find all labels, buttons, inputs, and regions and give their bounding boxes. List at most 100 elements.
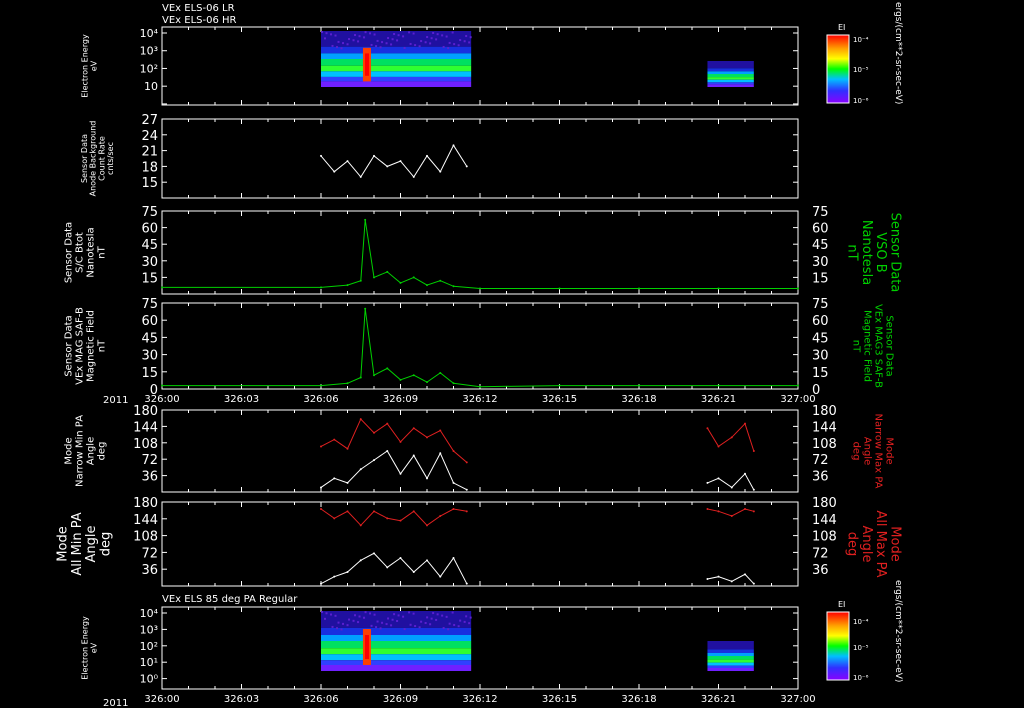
data-point-p4-0-0 [161, 384, 163, 387]
data-point-p2-0-6 [399, 160, 402, 163]
data-point-p4-0-4 [364, 307, 367, 310]
spectrogram-speckle-p1-49 [340, 47, 343, 50]
data-point-p2-0-7 [412, 175, 415, 178]
data-point-p5-0-3 [359, 418, 362, 421]
y-tick-label-p3-4: 75 [141, 205, 158, 220]
y-tick-label-right-p4-3: 45 [812, 331, 829, 346]
data-point-p5-0-11 [465, 461, 468, 464]
series-line-p6-1-0 [320, 552, 468, 585]
data-point-p3-0-14 [638, 287, 640, 290]
time-tick-label-bottom-6: 326:18 [621, 694, 656, 705]
data-point-p2-0-5 [386, 165, 389, 168]
ylabel-right-p6-3: deg [845, 532, 860, 557]
data-point-p5-1-4 [373, 459, 375, 462]
colorbar-top-units: ergs/(cm**2-sr-sec-eV) [893, 2, 903, 104]
spectrogram-band-p7-1-0 [707, 641, 754, 650]
data-point-p4-0-2 [346, 382, 349, 385]
spectrogram-speckle-p7-12 [387, 617, 390, 620]
data-point-p6-0-2 [346, 510, 349, 513]
data-point-p6-0-10 [452, 508, 455, 510]
colorbar-top: EI 10⁻⁴ 10⁻⁵ 10⁻⁶ ergs/(cm**2-sr-sec-eV) [826, 2, 903, 105]
y-tick-label-p4-3: 45 [141, 331, 158, 346]
spectrogram-speckle-p7-32 [447, 628, 450, 631]
data-point-p5-0-2 [346, 447, 349, 450]
spectrogram-speckle-p1-21 [436, 33, 439, 36]
ylabel-p2-3: cnts/sec [106, 142, 115, 175]
ylabel-right-p4-2: Magnetic Field [862, 310, 873, 382]
spectrogram-speckle-p7-1 [376, 620, 379, 623]
spectrogram-speckle-p7-6 [354, 614, 357, 617]
spectrogram-speckle-p7-14 [348, 618, 351, 621]
series-line-p5-1-1 [707, 472, 755, 490]
spectrogram-speckle-p1-9 [370, 43, 373, 46]
spectrogram-speckle-p7-44 [363, 616, 366, 619]
spectrogram-speckle-p1-56 [429, 42, 432, 45]
y-tick-label-p1-0: 10⁴ [140, 27, 159, 40]
spectrogram-speckle-p7-19 [325, 612, 328, 615]
series-line-p6-0-1 [707, 508, 754, 517]
spectrogram-speckle-p7-47 [379, 627, 382, 630]
ylabel-right-p5-2: Angle [862, 437, 873, 465]
series-line-p5-0-0 [320, 418, 468, 463]
spectrogram-speckle-p7-25 [358, 615, 361, 618]
spectrogram-speckle-p1-1 [376, 39, 379, 42]
spectrogram-band-p7-0-3 [321, 641, 472, 649]
time-tick-label-bottom-1: 326:03 [224, 694, 259, 705]
data-point-p6-0-4 [373, 510, 375, 513]
spectrogram-band-p1-1-7 [707, 84, 754, 87]
ylabel-left-p6-0: Mode [56, 526, 71, 561]
spectrogram-band-p7-0-5 [321, 654, 472, 661]
ylabel-right-p3-2: Nanotesla [859, 220, 874, 285]
data-point-p6-1-16 [752, 582, 755, 585]
spectrogram-speckle-p7-9 [370, 624, 373, 627]
data-point-p3-0-10 [439, 279, 442, 282]
time-tick-label-mid-6: 326:18 [621, 394, 656, 405]
data-point-p2-0-8 [426, 154, 428, 157]
ylabel-p2-0: Sensor Data [80, 134, 89, 183]
data-point-p5-0-10 [452, 450, 455, 452]
ylabel-left-p5-3: deg [97, 442, 108, 461]
spectrogram-band-p1-1-2 [707, 71, 754, 74]
y-tick-label-p7-4: 10⁰ [140, 673, 159, 686]
y-tick-label-p5-2: 108 [133, 437, 158, 452]
series-line-p3-0-0 [162, 219, 798, 289]
time-tick-label-bottom-4: 326:12 [462, 694, 497, 705]
colorbar-top-tick-3: 10⁻⁶ [853, 97, 869, 105]
ylabel-right-p4-1: VEx MAG3 SAF-B [873, 304, 884, 388]
spectrogram-speckle-p7-23 [397, 614, 400, 617]
y-tick-label-p4-0: 0 [150, 383, 158, 398]
spectrogram-band-p1-0-3 [321, 59, 472, 66]
spectrogram-speckle-p7-52 [357, 621, 360, 624]
spectrogram-speckle-p1-42 [402, 35, 405, 38]
time-tick-label-bottom-8: 327:00 [780, 694, 815, 705]
y-tick-label-right-p6-1: 72 [812, 546, 829, 561]
ylabel-right-p4-3: nT [851, 340, 862, 353]
spectrogram-band-p7-1-1 [707, 649, 754, 653]
data-point-p5-1-10 [452, 481, 455, 484]
spectrogram-speckle-p7-10 [426, 616, 429, 619]
spectrogram-speckle-p7-34 [408, 611, 411, 614]
y-tick-label-p6-4: 180 [133, 496, 158, 511]
spectrogram-speckle-p1-17 [364, 31, 367, 34]
ylabel-right-p3-0: Sensor Data [887, 213, 902, 293]
ylabel-left-p3-2: Nanotesla [86, 227, 97, 277]
spectrogram-speckle-p1-59 [445, 35, 448, 38]
y-tick-label-p2-2: 21 [141, 145, 158, 160]
data-point-p3-0-5 [373, 276, 375, 279]
spectrogram-spike-core-p7 [364, 635, 369, 659]
data-point-p4-0-14 [638, 384, 640, 387]
ylabel-left-p4-2: Magnetic Field [86, 310, 97, 382]
data-point-p6-1-2 [346, 571, 349, 573]
data-point-p6-1-12 [706, 578, 709, 580]
data-point-p3-0-8 [412, 276, 415, 279]
spectrogram-speckle-p7-3 [337, 621, 340, 624]
spectrogram-speckle-p1-15 [403, 46, 406, 49]
y-tick-label-right-p3-0: 15 [812, 271, 829, 286]
y-tick-label-p2-1: 18 [141, 160, 158, 175]
spectrogram-speckle-p7-50 [396, 620, 399, 622]
time-tick-label-mid-7: 326:21 [701, 394, 736, 405]
time-tick-label-mid-5: 326:15 [542, 394, 577, 405]
spectrogram-speckle-p7-21 [436, 613, 439, 616]
data-point-p2-0-10 [452, 144, 455, 147]
time-tick-label-bottom-2: 326:06 [303, 694, 338, 705]
